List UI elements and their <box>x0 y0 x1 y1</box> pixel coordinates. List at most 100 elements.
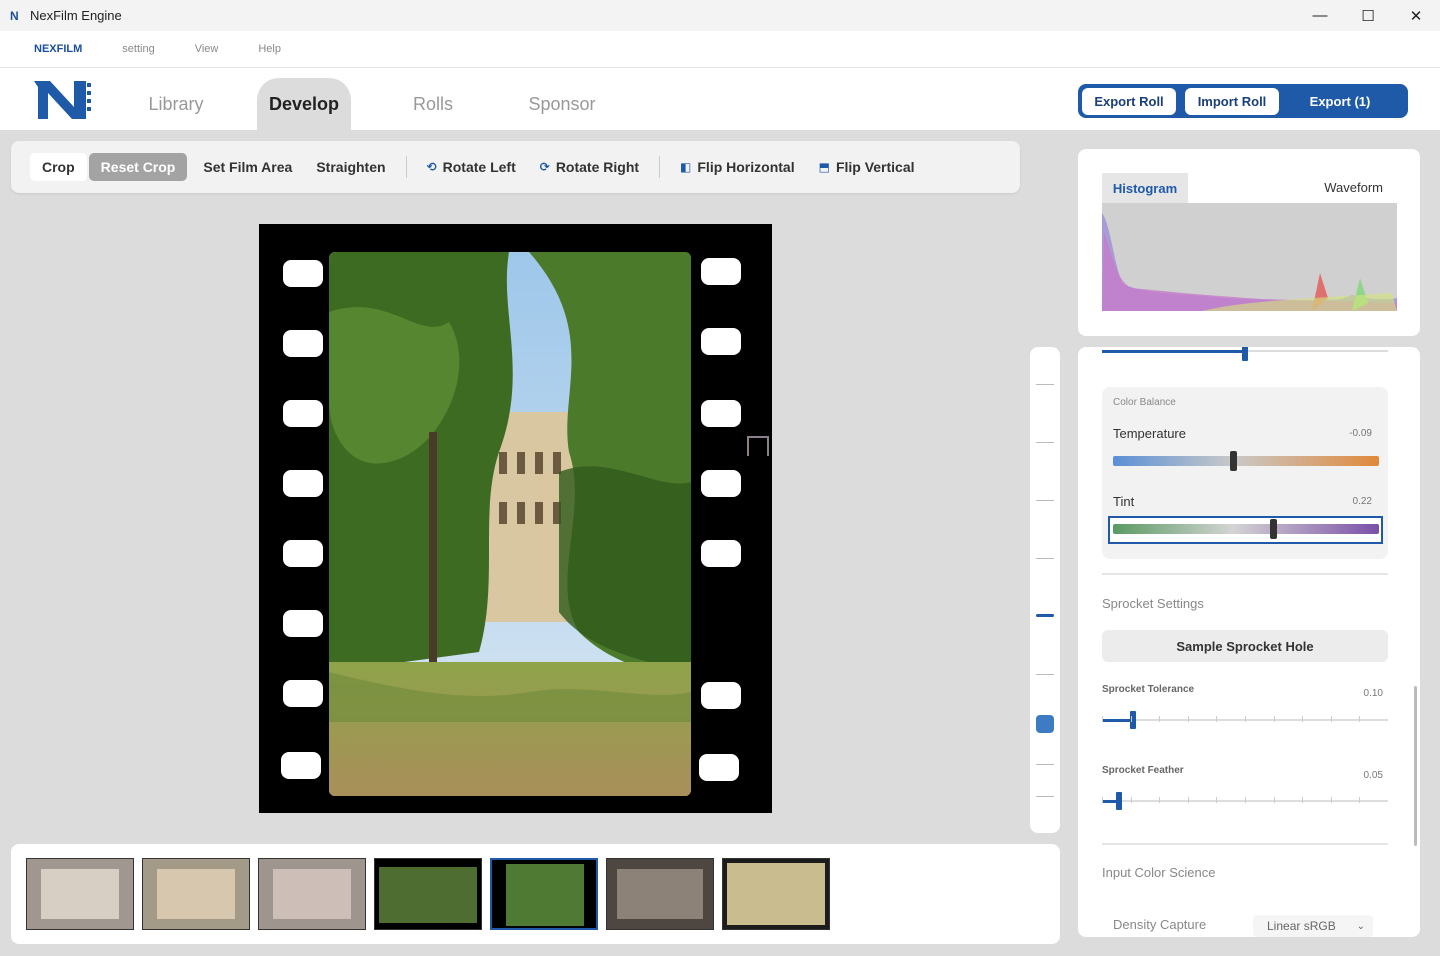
slider-tick <box>1036 764 1054 765</box>
sprocket-hole <box>281 752 321 779</box>
slider-thumb[interactable] <box>1036 715 1054 733</box>
sprocket-hole <box>701 470 741 497</box>
panel-scrollbar[interactable] <box>1414 686 1417 846</box>
app-logo-icon: N <box>10 8 19 23</box>
slider-tick <box>1187 797 1189 803</box>
menu-bar: NEXFILM setting View Help <box>0 31 1440 68</box>
toolbar-divider <box>405 156 407 178</box>
temperature-thumb[interactable] <box>1230 451 1237 471</box>
import-roll-button[interactable]: Import Roll <box>1185 87 1279 115</box>
menu-help[interactable]: Help <box>258 43 281 55</box>
menu-setting[interactable]: setting <box>122 43 154 55</box>
flip-horizontal-button[interactable]: ◧ Flip Horizontal <box>668 153 807 181</box>
crop-toolbar: Crop Reset Crop Set Film Area Straighten… <box>11 141 1020 193</box>
crop-button[interactable]: Crop <box>30 153 87 181</box>
sprocket-tolerance-value: 0.10 <box>1363 688 1383 699</box>
sprocket-settings-title: Sprocket Settings <box>1102 596 1204 611</box>
tab-develop[interactable]: Develop <box>257 78 351 130</box>
reset-crop-button[interactable]: Reset Crop <box>88 153 188 181</box>
temperature-value: -0.09 <box>1349 428 1372 439</box>
slider-tick <box>1245 797 1246 803</box>
sprocket-hole <box>283 400 323 427</box>
film-thumbnail[interactable] <box>374 858 482 930</box>
sprocket-tolerance-label: Sprocket Tolerance <box>1102 684 1195 695</box>
tab-library[interactable]: Library <box>130 78 222 130</box>
tab-waveform[interactable]: Waveform <box>1324 180 1383 195</box>
slider-tick <box>1216 797 1218 803</box>
slider-tick <box>1273 716 1275 722</box>
slider-tick <box>1216 716 1218 722</box>
tint-value: 0.22 <box>1352 496 1372 507</box>
slider-tick <box>1102 716 1103 722</box>
tint-thumb[interactable] <box>1270 519 1277 539</box>
sprocket-feather-label: Sprocket Feather <box>1102 765 1184 776</box>
slider-tick <box>1302 797 1304 803</box>
slider-tick <box>1273 797 1275 803</box>
title-bar: N NexFilm Engine — ☐ ✕ <box>0 0 1440 31</box>
slider-thumb[interactable] <box>1242 347 1248 361</box>
close-button[interactable]: ✕ <box>1392 0 1440 31</box>
film-preview[interactable] <box>259 224 772 813</box>
straighten-button[interactable]: Straighten <box>304 153 397 181</box>
film-thumbnail[interactable] <box>142 858 250 930</box>
flip-vertical-icon: ⬒ <box>818 160 830 174</box>
slider-tick <box>1245 716 1246 722</box>
sprocket-hole <box>283 260 323 287</box>
temperature-label: Temperature <box>1113 426 1186 441</box>
rotate-left-button[interactable]: ⟲ Rotate Left <box>415 153 528 181</box>
slider-tick <box>1036 500 1054 501</box>
tab-sponsor[interactable]: Sponsor <box>515 78 609 130</box>
slider-tick <box>1330 716 1332 722</box>
slider-tick <box>1036 442 1054 443</box>
flip-horizontal-label: Flip Horizontal <box>697 159 795 175</box>
slider-tick <box>1359 716 1361 722</box>
section-divider <box>1102 843 1388 845</box>
maximize-button[interactable]: ☐ <box>1344 0 1392 31</box>
tint-slider[interactable] <box>1113 524 1379 534</box>
nexfilm-logo-icon <box>34 81 91 119</box>
histogram-panel: Histogram Waveform <box>1078 149 1420 336</box>
export-roll-button[interactable]: Export Roll <box>1082 87 1176 115</box>
tab-rolls[interactable]: Rolls <box>393 78 473 130</box>
tint-label: Tint <box>1113 494 1135 509</box>
menu-brand[interactable]: NEXFILM <box>34 43 82 55</box>
rotate-right-icon: ⟳ <box>539 160 550 174</box>
film-thumbnail[interactable] <box>722 858 830 930</box>
rotate-right-button[interactable]: ⟳ Rotate Right <box>528 153 651 181</box>
color-balance-card: Color Balance Temperature -0.09 Tint 0.2… <box>1102 387 1388 559</box>
film-edge-marking <box>747 436 769 456</box>
section-divider <box>1102 573 1388 575</box>
film-thumbnail[interactable] <box>606 858 714 930</box>
tab-histogram[interactable]: Histogram <box>1102 173 1188 203</box>
temperature-slider[interactable] <box>1113 456 1379 466</box>
sprocket-feather-thumb[interactable] <box>1116 792 1122 810</box>
set-film-area-button[interactable]: Set Film Area <box>191 153 304 181</box>
minimize-button[interactable]: — <box>1296 0 1344 31</box>
sample-sprocket-hole-button[interactable]: Sample Sprocket Hole <box>1102 630 1388 662</box>
film-thumbnail[interactable] <box>26 858 134 930</box>
film-thumbnail-selected[interactable] <box>490 858 598 930</box>
film-thumbnail[interactable] <box>258 858 366 930</box>
slider-tick <box>1036 384 1054 385</box>
sprocket-hole <box>283 680 323 707</box>
sprocket-hole <box>701 328 741 355</box>
window-title: NexFilm Engine <box>30 8 122 23</box>
slider-fill <box>1102 350 1245 353</box>
slider-tick <box>1036 558 1054 559</box>
sprocket-hole <box>699 754 739 781</box>
slider-tick <box>1102 797 1103 803</box>
sprocket-hole <box>283 540 323 567</box>
export-button[interactable]: Export (1) <box>1285 88 1395 115</box>
sprocket-hole <box>283 610 323 637</box>
sprocket-feather-value: 0.05 <box>1363 770 1383 781</box>
vertical-adjust-slider[interactable] <box>1030 347 1060 833</box>
slider-tick <box>1130 716 1132 722</box>
slider-tick <box>1036 674 1054 675</box>
slider-tick <box>1159 797 1161 803</box>
slider-tick <box>1036 796 1054 797</box>
rotate-left-label: Rotate Left <box>442 159 516 175</box>
watermark-text: 知乎 @苏打饼干 <box>1092 877 1379 921</box>
flip-vertical-button[interactable]: ⬒ Flip Vertical <box>807 153 927 181</box>
histogram-chart <box>1102 203 1397 311</box>
menu-view[interactable]: View <box>195 43 219 55</box>
